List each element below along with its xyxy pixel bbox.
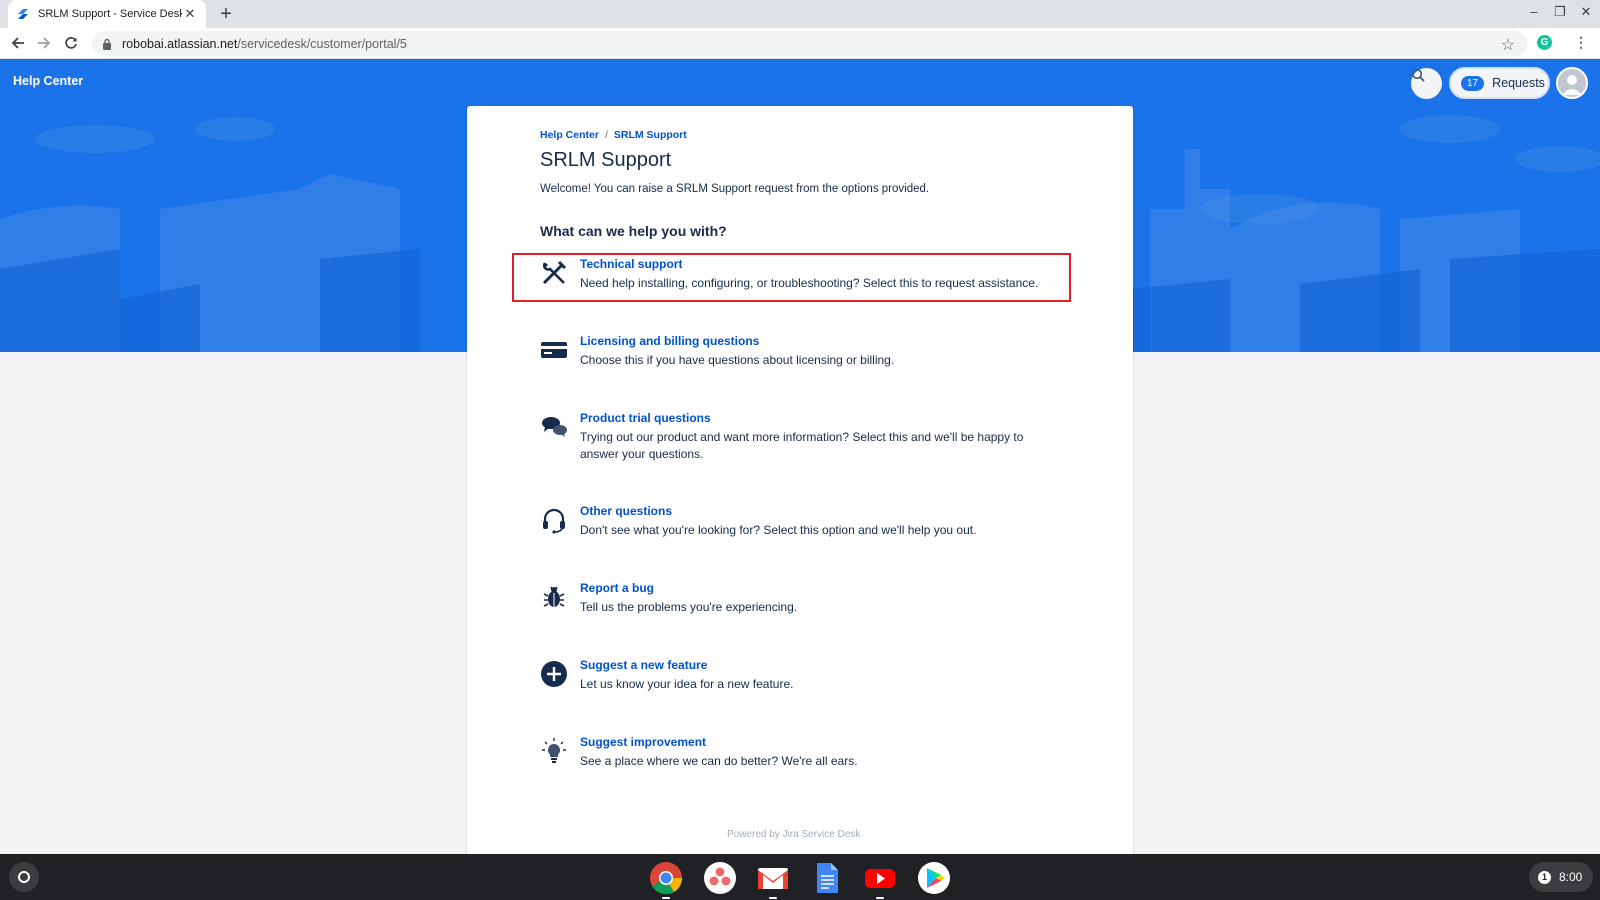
request-type-description: Need help installing, configuring, or tr… xyxy=(580,276,1039,290)
arrow-right-icon xyxy=(38,37,51,49)
request-type-description: See a place where we can do better? We'r… xyxy=(580,754,858,768)
close-window-button[interactable]: ✕ xyxy=(1576,4,1596,20)
os-shelf: 1 8:00 xyxy=(0,854,1600,900)
new-tab-button[interactable]: + xyxy=(216,3,236,25)
breadcrumb-srlm-support[interactable]: SRLM Support xyxy=(614,129,687,141)
running-indicator xyxy=(769,897,777,899)
search-icon xyxy=(1411,68,1425,82)
browser-tab[interactable]: SRLM Support - Service Desk ✕ xyxy=(8,0,206,28)
launcher-circle-icon xyxy=(18,871,30,883)
docs-app[interactable] xyxy=(810,861,844,895)
forward-button[interactable] xyxy=(33,32,55,54)
launcher-button[interactable] xyxy=(9,862,39,892)
request-type-other-questions[interactable]: Other questions Don't see what you're lo… xyxy=(540,504,1060,544)
back-button[interactable] xyxy=(7,32,29,54)
minimize-button[interactable]: – xyxy=(1524,4,1544,19)
chat-bubbles-icon xyxy=(540,413,568,441)
welcome-message: Welcome! You can raise a SRLM Support re… xyxy=(540,183,930,195)
breadcrumb: Help Center / SRLM Support xyxy=(540,129,687,141)
request-type-name[interactable]: Suggest a new feature xyxy=(580,658,707,672)
browser-tab-strip: SRLM Support - Service Desk ✕ + – ❐ ✕ xyxy=(0,0,1600,28)
request-type-licensing-billing[interactable]: Licensing and billing questions Choose t… xyxy=(540,334,1060,374)
bookmark-star-icon[interactable]: ☆ xyxy=(1501,35,1515,55)
clock: 8:00 xyxy=(1559,870,1583,884)
portal-card: Help Center / SRLM Support SRLM Support We… xyxy=(467,106,1133,854)
running-indicator xyxy=(876,897,884,899)
request-type-description: Choose this if you have questions about … xyxy=(580,353,895,367)
request-type-description: Don't see what you're looking for? Selec… xyxy=(580,523,977,537)
plus-circle-icon xyxy=(540,660,568,688)
help-center-link[interactable]: Help Center xyxy=(13,74,83,88)
lock-icon xyxy=(103,38,111,50)
request-type-description: Let us know your idea for a new feature. xyxy=(580,677,794,691)
reload-icon xyxy=(65,37,77,49)
youtube-icon xyxy=(865,869,895,888)
requests-count-badge: 17 xyxy=(1461,75,1485,91)
address-bar[interactable]: robobai.atlassian.net/servicedesk/custom… xyxy=(92,31,1527,56)
url-host: robobai.atlassian.net xyxy=(122,36,238,51)
grammarly-extension-icon[interactable]: G xyxy=(1537,35,1552,50)
jira-service-desk-favicon-icon xyxy=(18,9,28,19)
request-type-technical-support[interactable]: Technical support Need help installing, … xyxy=(540,257,1060,297)
gmail-icon xyxy=(758,868,788,889)
request-type-product-trial[interactable]: Product trial questions Trying out our p… xyxy=(540,411,1060,467)
request-type-description: Trying out our product and want more inf… xyxy=(580,430,1024,461)
play-store-app[interactable] xyxy=(917,861,951,895)
browser-toolbar: robobai.atlassian.net/servicedesk/custom… xyxy=(0,28,1600,59)
running-indicator xyxy=(662,897,670,899)
chrome-app[interactable] xyxy=(649,861,683,899)
request-type-name[interactable]: Technical support xyxy=(580,257,682,271)
play-store-icon xyxy=(918,862,950,894)
tab-title: SRLM Support - Service Desk xyxy=(38,8,182,20)
request-type-name[interactable]: Suggest improvement xyxy=(580,735,706,749)
docs-icon xyxy=(817,863,838,893)
bug-icon xyxy=(540,583,568,611)
powered-by-footer[interactable]: Powered by Jira Service Desk xyxy=(727,829,860,840)
request-type-name[interactable]: Report a bug xyxy=(580,581,654,595)
breadcrumb-help-center[interactable]: Help Center xyxy=(540,129,599,141)
maximize-button[interactable]: ❐ xyxy=(1550,4,1570,20)
gmail-app[interactable] xyxy=(756,861,790,899)
requests-label: Requests xyxy=(1492,76,1545,90)
requests-button[interactable]: 17 Requests xyxy=(1449,67,1550,99)
chrome-icon xyxy=(650,862,683,895)
breadcrumb-separator: / xyxy=(604,129,608,141)
request-type-suggest-improvement[interactable]: Suggest improvement See a place where we… xyxy=(540,735,1060,775)
youtube-app[interactable] xyxy=(863,861,897,899)
request-type-suggest-feature[interactable]: Suggest a new feature Let us know your i… xyxy=(540,658,1060,698)
request-type-description: Tell us the problems you're experiencing… xyxy=(580,600,798,614)
page-title: SRLM Support xyxy=(540,149,672,171)
request-type-name[interactable]: Other questions xyxy=(580,504,672,518)
url-path: /servicedesk/customer/portal/5 xyxy=(237,36,407,51)
tab-close-icon[interactable]: ✕ xyxy=(182,6,198,22)
arrow-left-icon xyxy=(11,37,24,49)
tools-icon xyxy=(540,259,568,287)
notification-count-badge: 1 xyxy=(1538,870,1551,884)
request-type-name[interactable]: Licensing and billing questions xyxy=(580,334,759,348)
asana-app[interactable] xyxy=(703,861,737,895)
asana-icon xyxy=(704,862,736,894)
user-profile-icon xyxy=(1562,75,1582,95)
user-avatar[interactable] xyxy=(1556,67,1588,99)
credit-card-icon xyxy=(540,336,568,364)
status-tray[interactable]: 1 8:00 xyxy=(1529,862,1593,892)
help-heading: What can we help you with? xyxy=(540,223,727,239)
request-type-report-bug[interactable]: Report a bug Tell us the problems you're… xyxy=(540,581,1060,621)
headset-icon xyxy=(540,506,568,534)
request-type-name[interactable]: Product trial questions xyxy=(580,411,711,425)
search-button[interactable] xyxy=(1411,68,1442,99)
lightbulb-icon xyxy=(540,737,568,765)
browser-menu-icon[interactable]: ⋮ xyxy=(1574,34,1588,51)
reload-button[interactable] xyxy=(60,32,82,54)
page-content: Help Center 17 Requests Help Center / SRLM… xyxy=(0,59,1600,854)
